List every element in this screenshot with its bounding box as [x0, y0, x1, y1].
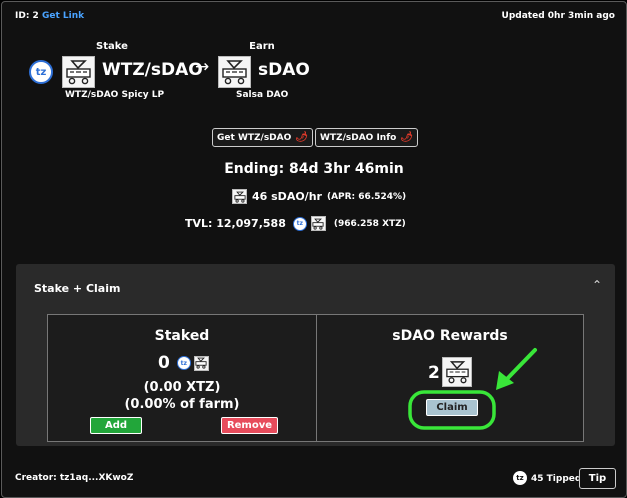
creator: Creator: tz1aq...XKwoZ [15, 473, 134, 483]
tip-coin-icon: tz [513, 471, 527, 485]
tip-button[interactable]: Tip [579, 468, 616, 489]
claim-annotation [408, 348, 537, 430]
annotation-arrow-icon [504, 348, 537, 382]
claim-highlight-circle [408, 390, 496, 430]
tipped-count: 45 Tipped [531, 474, 582, 484]
farm-card: ID: 2 Get Link Updated 0hr 3min ago Stak… [1, 1, 627, 498]
